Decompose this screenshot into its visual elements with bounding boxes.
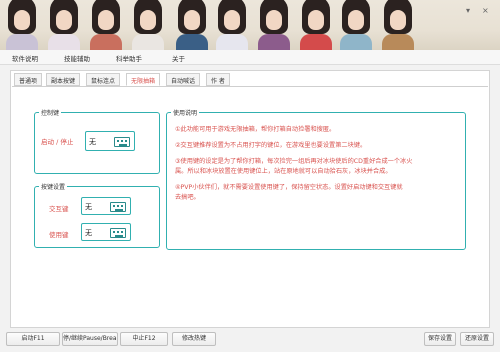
header-banner: ▾ × <box>0 0 500 50</box>
keyboard-icon[interactable] <box>110 228 126 238</box>
group-title: 使用说明 <box>171 108 200 117</box>
instruction-line: 属。所以和冰块放置在使用键位上，站在原地就可以自动拾石灰，冰块并合成。 <box>175 168 392 175</box>
character-portrait <box>86 0 126 50</box>
tab-general[interactable]: 普通项 <box>14 73 43 86</box>
keyboard-icon[interactable] <box>110 202 126 212</box>
pause-resume-button[interactable]: 停/继续Pause/Break <box>62 332 118 346</box>
keyboard-icon[interactable] <box>114 137 130 147</box>
interact-key-field[interactable]: 无 <box>81 197 131 215</box>
hotkey-value: 无 <box>85 229 92 237</box>
start-stop-label: 启动 / 停止 <box>41 138 74 146</box>
instruction-line: ②交互键推荐设置为不占用打字的键位，在游戏里也要设置第二块键。 <box>175 142 367 149</box>
tab-divider <box>12 86 488 87</box>
character-portrait <box>296 0 336 50</box>
menu-item-exam-helper[interactable]: 科举助手 <box>116 53 142 63</box>
hotkey-value: 无 <box>85 203 92 211</box>
save-settings-button[interactable]: 保存设置 <box>424 332 456 346</box>
character-portrait <box>44 0 84 50</box>
character-portrait <box>254 0 294 50</box>
character-portrait <box>212 0 252 50</box>
menu-bar: 软件说明 技能辅助 科举助手 关于 <box>0 50 500 65</box>
control-key-group: 控制键 启动 / 停止 无 <box>34 108 160 174</box>
restore-settings-button[interactable]: 还原设置 <box>460 332 494 346</box>
menu-item-software-info[interactable]: 软件说明 <box>12 53 38 63</box>
group-title: 按键设置 <box>39 182 68 191</box>
instruction-line: ①此功能可用于游戏无限抽箱，帮你打箱自动捡署和搜匿。 <box>175 126 336 133</box>
character-portrait <box>172 0 212 50</box>
key-settings-group: 按键设置 交互键 无 使用键 无 <box>34 182 160 248</box>
tab-auto-shout[interactable]: 自动喊话 <box>166 73 201 86</box>
group-title: 控制键 <box>39 108 62 117</box>
character-portrait <box>2 0 42 50</box>
character-portrait <box>336 0 376 50</box>
instruction-line: 去搞吧。 <box>175 194 200 201</box>
tab-author[interactable]: 作 者 <box>206 73 230 86</box>
tab-mouse-click[interactable]: 鼠标连点 <box>86 73 121 86</box>
start-stop-hotkey-field[interactable]: 无 <box>85 131 135 151</box>
stop-button[interactable]: 中止F12 <box>120 332 168 346</box>
start-button[interactable]: 启动F11 <box>6 332 60 346</box>
tab-dungeon-keys[interactable]: 副本按键 <box>46 73 81 86</box>
modify-hotkey-button[interactable]: 修改热键 <box>172 332 216 346</box>
hotkey-value: 无 <box>89 138 96 146</box>
character-portrait <box>128 0 168 50</box>
use-key-label: 使用键 <box>49 231 69 239</box>
close-button[interactable]: × <box>482 6 489 15</box>
interact-key-label: 交互键 <box>49 205 69 213</box>
menu-item-skill-assist[interactable]: 技能辅助 <box>64 53 90 63</box>
character-portrait <box>378 0 418 50</box>
minimize-button[interactable]: ▾ <box>466 6 470 15</box>
use-key-field[interactable]: 无 <box>81 223 131 241</box>
tab-pane: 控制键 启动 / 停止 无 按键设置 交互键 无 使用键 无 使用说明 ①此功能… <box>14 88 486 326</box>
menu-item-about[interactable]: 关于 <box>172 53 185 63</box>
instruction-line: ③使用键的设定是为了帮你打箱，每次捡完一组后再对冰块使后的CD重好合成一个冰火 <box>175 158 413 165</box>
tab-infinite-box[interactable]: 无限抽箱 <box>126 73 161 86</box>
instructions-group: 使用说明 ①此功能可用于游戏无限抽箱，帮你打箱自动捡署和搜匿。 ②交互键推荐设置… <box>166 108 466 250</box>
instruction-line: ④PVP小伙伴们，就不需要设置使用键了，保持留空状态。设置好启动键和交互键就 <box>175 184 403 191</box>
